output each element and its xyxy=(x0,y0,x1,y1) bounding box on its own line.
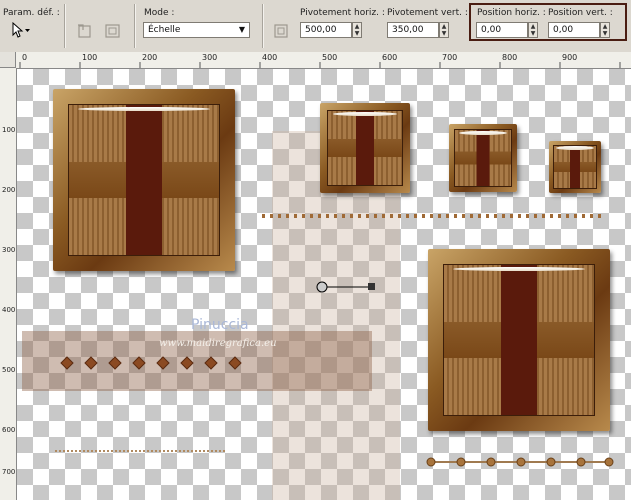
ruler-mark: 100 xyxy=(82,53,98,62)
ruler-mark: 300 xyxy=(202,53,218,62)
dotted-line-top xyxy=(262,213,602,219)
ruler-mark: 700 xyxy=(442,53,458,62)
ruler-mark: 500 xyxy=(2,366,16,374)
watermark-url: www.maidiregrafica.eu xyxy=(159,338,277,349)
pointer-arrow-icon xyxy=(12,21,30,38)
ruler-mark: 900 xyxy=(562,53,578,62)
image-canvas[interactable]: Pinuccia www.maidiregrafica.eu xyxy=(17,69,631,500)
left-ruler: 100 200 300 400 500 600 700 xyxy=(0,68,17,500)
ruler-mark: 500 xyxy=(322,53,338,62)
large-tile-right xyxy=(428,249,610,431)
small-tile xyxy=(449,124,517,192)
bead-ornament-row xyxy=(426,457,614,467)
ruler-mark: 200 xyxy=(142,53,158,62)
property-toolbar: Param. déf. : Mode : Échelle ▼ Pivotemen… xyxy=(0,0,631,53)
mode-label: Mode : xyxy=(144,8,175,18)
pivot-center-button[interactable] xyxy=(272,22,292,42)
pos-h-spinner[interactable]: ▲ ▼ xyxy=(528,22,538,38)
pivot-h-input[interactable]: 500,00 xyxy=(300,22,352,38)
pos-h-label: Position horiz. : xyxy=(477,8,546,18)
pivot-h-label: Pivotement horiz. : xyxy=(300,8,385,18)
toolbar-separator xyxy=(262,4,263,48)
toolbar-separator xyxy=(134,4,135,48)
ruler-mark: 600 xyxy=(2,426,16,434)
ruler-mark: 400 xyxy=(262,53,278,62)
toolbar-separator xyxy=(64,4,65,48)
ruler-corner xyxy=(0,52,16,68)
ruler-mark: 100 xyxy=(2,126,16,134)
top-ruler: 0 100 200 300 400 500 600 700 800 900 xyxy=(16,52,631,69)
pos-v-label: Position vert. : xyxy=(548,8,613,18)
reset-rotation-button[interactable] xyxy=(76,22,96,42)
mode-select[interactable]: Échelle ▼ xyxy=(143,22,250,38)
large-tile-left xyxy=(53,89,235,271)
ruler-mark: 800 xyxy=(502,53,518,62)
pos-v-input[interactable]: 0,00 xyxy=(548,22,600,38)
ruler-mark: 700 xyxy=(2,468,16,476)
pivot-v-spinner[interactable]: ▲ ▼ xyxy=(439,22,449,38)
ruler-mark: 300 xyxy=(2,246,16,254)
rotate-reset-icon xyxy=(78,24,91,38)
deform-reset-icon xyxy=(105,24,120,38)
rotation-handle[interactable] xyxy=(315,279,379,295)
pos-v-spinner[interactable]: ▲ ▼ xyxy=(600,22,610,38)
pivot-v-input[interactable]: 350,00 xyxy=(387,22,439,38)
reset-deform-button[interactable] xyxy=(104,22,124,42)
pivot-h-spinner[interactable]: ▲ ▼ xyxy=(352,22,362,38)
tiny-tile xyxy=(549,141,601,193)
pivot-v-label: Pivotement vert. : xyxy=(387,8,468,18)
pos-h-input[interactable]: 0,00 xyxy=(476,22,528,38)
preset-pointer-dropdown[interactable] xyxy=(10,21,30,42)
medium-tile xyxy=(320,103,410,193)
ruler-mark: 600 xyxy=(382,53,398,62)
diamond-ornament-row xyxy=(60,356,242,370)
pivot-icon xyxy=(274,24,288,38)
ruler-mark: 0 xyxy=(22,53,28,62)
ruler-mark: 400 xyxy=(2,306,16,314)
dotted-line-bottom-left xyxy=(55,450,225,452)
watermark-title: Pinuccia xyxy=(191,317,249,333)
chevron-down-icon: ▼ xyxy=(238,25,245,34)
ruler-mark: 200 xyxy=(2,186,16,194)
mode-select-value: Échelle xyxy=(148,25,181,35)
preset-label: Param. déf. : xyxy=(3,8,60,18)
